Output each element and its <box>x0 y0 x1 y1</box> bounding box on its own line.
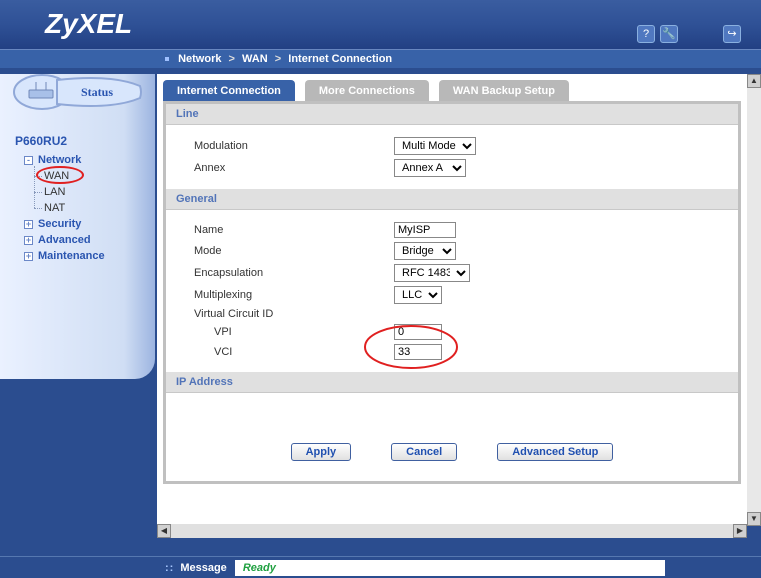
sidebar-item-nat[interactable]: NAT <box>44 200 155 216</box>
cancel-button[interactable]: Cancel <box>391 443 457 461</box>
mode-select[interactable]: Bridge <box>394 242 456 260</box>
apply-button[interactable]: Apply <box>291 443 352 461</box>
vci-label: VCI <box>194 346 232 358</box>
help-icon[interactable]: ? <box>637 25 655 43</box>
modulation-label: Modulation <box>194 140 394 152</box>
encapsulation-select[interactable]: RFC 1483 <box>394 264 470 282</box>
message-label: Message <box>180 562 226 574</box>
name-input[interactable] <box>394 222 456 238</box>
horizontal-scrollbar[interactable]: ◀ ▶ <box>157 524 747 538</box>
vertical-scrollbar[interactable]: ▲ ▼ <box>747 74 761 526</box>
section-line: Line <box>166 104 738 125</box>
scroll-up-icon[interactable]: ▲ <box>747 74 761 88</box>
tab-internet-connection[interactable]: Internet Connection <box>163 80 295 101</box>
advanced-setup-button[interactable]: Advanced Setup <box>497 443 613 461</box>
svg-text:Status: Status <box>81 85 113 99</box>
encapsulation-label: Encapsulation <box>194 267 394 279</box>
breadcrumb-wan[interactable]: WAN <box>242 53 268 65</box>
logo: ZyXEL <box>45 8 132 40</box>
section-ip-address: IP Address <box>166 372 738 393</box>
status-button[interactable]: Status <box>42 74 149 116</box>
vpi-label: VPI <box>194 326 232 338</box>
breadcrumb-internet-connection: Internet Connection <box>288 53 392 65</box>
content-panel: Internet Connection More Connections WAN… <box>157 74 747 526</box>
tab-wan-backup-setup[interactable]: WAN Backup Setup <box>439 80 569 101</box>
expand-icon[interactable]: + <box>24 220 33 229</box>
device-name: P660RU2 <box>0 116 155 152</box>
tab-more-connections[interactable]: More Connections <box>305 80 429 101</box>
sidebar-item-advanced[interactable]: +Advanced <box>14 232 155 248</box>
breadcrumb: Network > WAN > Internet Connection <box>0 50 761 68</box>
multiplexing-select[interactable]: LLC <box>394 286 442 304</box>
scroll-right-icon[interactable]: ▶ <box>733 524 747 538</box>
sidebar-item-security[interactable]: +Security <box>14 216 155 232</box>
name-label: Name <box>194 224 394 236</box>
section-general: General <box>166 189 738 210</box>
scroll-down-icon[interactable]: ▼ <box>747 512 761 526</box>
logout-icon[interactable]: ↪ <box>723 25 741 43</box>
annex-label: Annex <box>194 162 394 174</box>
sidebar-item-lan[interactable]: LAN <box>44 184 155 200</box>
vpi-input[interactable] <box>394 324 442 340</box>
modulation-select[interactable]: Multi Mode <box>394 137 476 155</box>
annex-select[interactable]: Annex A <box>394 159 466 177</box>
tools-icon[interactable]: 🔧 <box>660 25 678 43</box>
vci-input[interactable] <box>394 344 442 360</box>
collapse-icon[interactable]: - <box>24 156 33 165</box>
expand-icon[interactable]: + <box>24 252 33 261</box>
header-bar: ZyXEL ? 🔧 ↪ <box>0 0 761 50</box>
vcid-label: Virtual Circuit ID <box>194 308 394 320</box>
message-value: Ready <box>235 560 665 576</box>
breadcrumb-network[interactable]: Network <box>178 53 221 65</box>
sidebar-item-wan[interactable]: WAN <box>44 168 155 184</box>
mode-label: Mode <box>194 245 394 257</box>
sidebar-item-maintenance[interactable]: +Maintenance <box>14 248 155 264</box>
expand-icon[interactable]: + <box>24 236 33 245</box>
scroll-left-icon[interactable]: ◀ <box>157 524 171 538</box>
sidebar-item-network[interactable]: -Network <box>14 152 155 168</box>
multiplexing-label: Multiplexing <box>194 289 394 301</box>
status-bar: :: Message Ready <box>0 556 761 578</box>
